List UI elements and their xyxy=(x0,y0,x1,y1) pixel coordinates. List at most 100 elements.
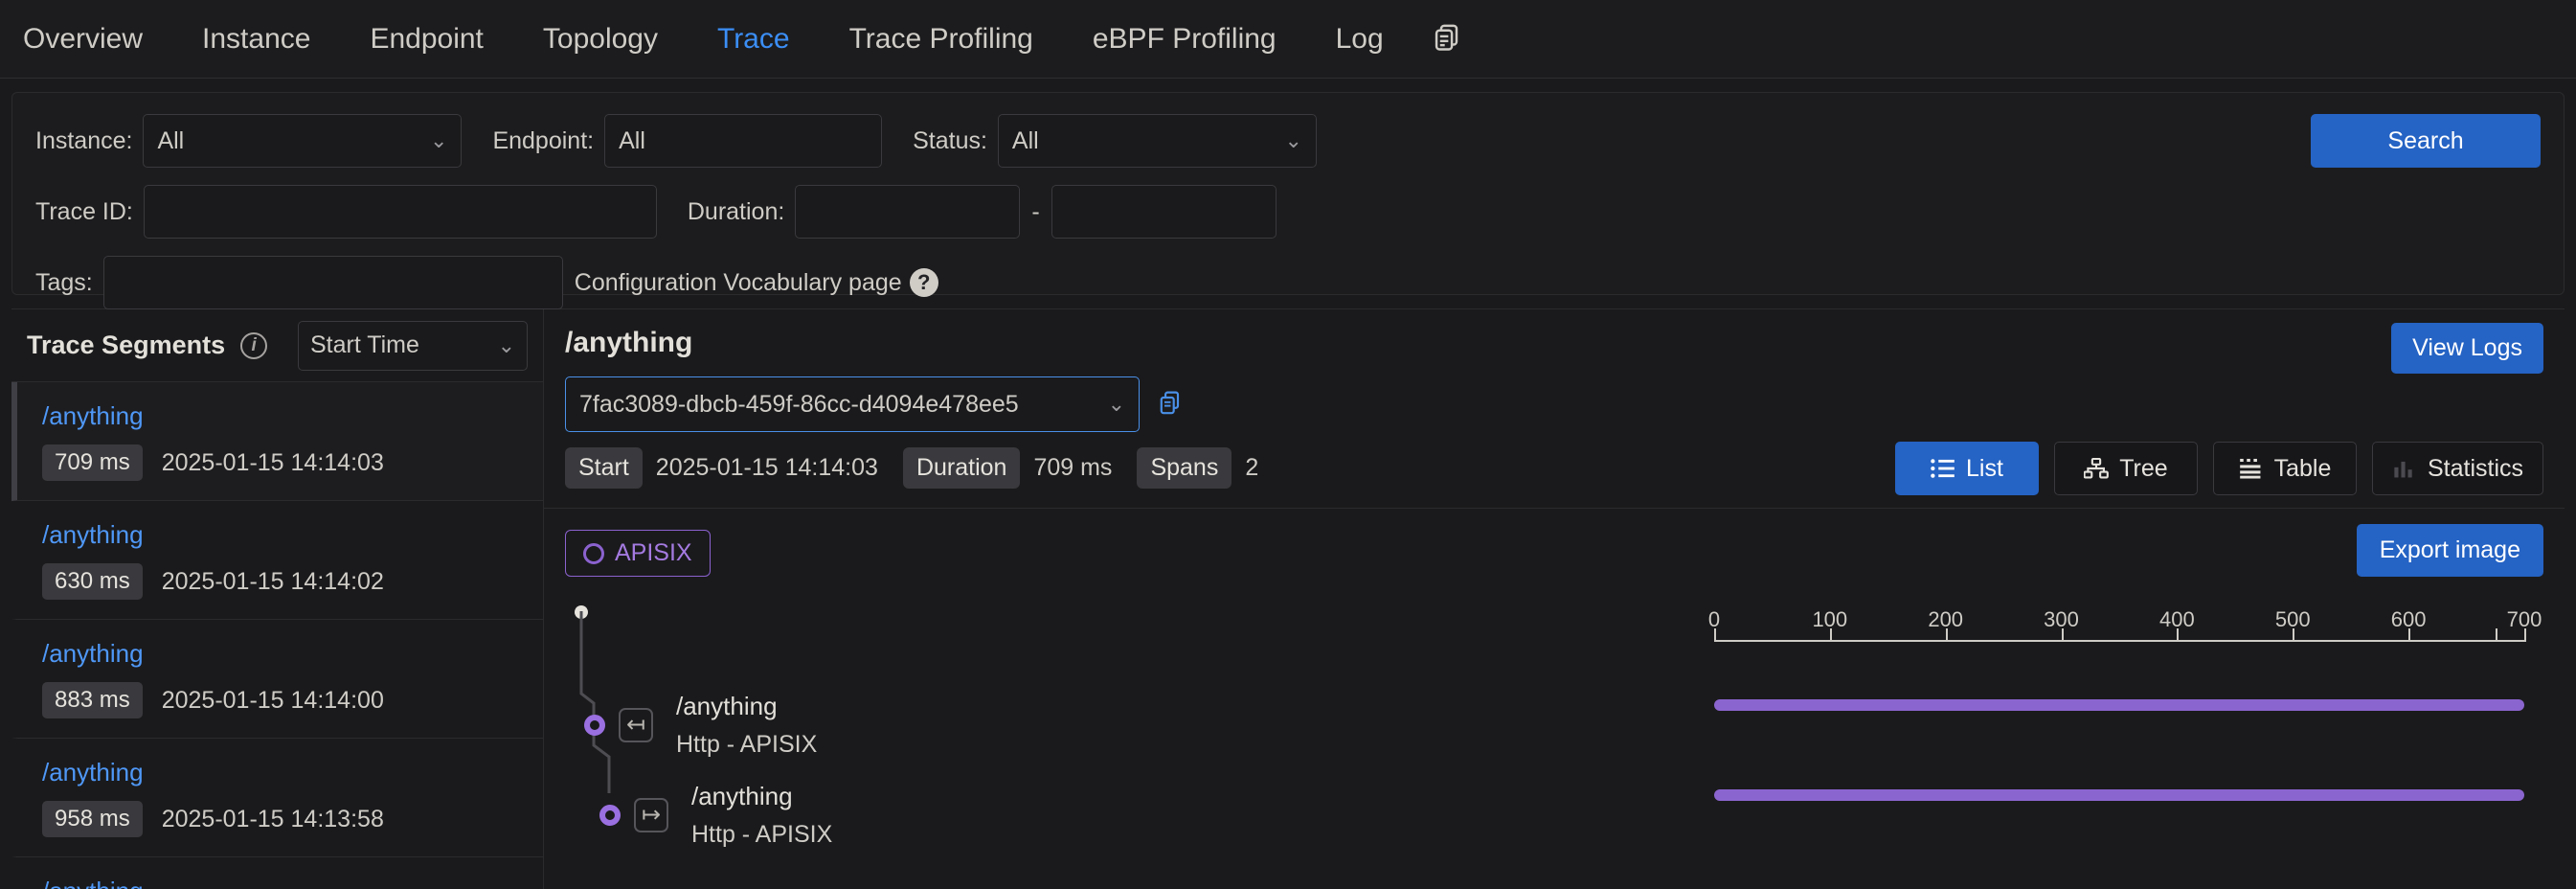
configuration-vocabulary-label: Configuration Vocabulary page xyxy=(574,268,902,296)
nav-item-trace[interactable]: Trace xyxy=(688,0,820,79)
view-mode-table-label: Table xyxy=(2273,454,2332,482)
duration-value: 709 ms xyxy=(1033,454,1113,481)
trace-segment-item[interactable]: /anything 630 ms 2025-01-15 14:14:02 xyxy=(11,501,543,620)
spans-label: Spans xyxy=(1137,447,1232,489)
segment-meta: 709 ms 2025-01-15 14:14:03 xyxy=(42,444,543,481)
span-row[interactable]: ↦ /anything Http - APISIX xyxy=(599,782,832,849)
trace-id-value: 7fac3089-dbcb-459f-86cc-d4094e478ee5 xyxy=(579,390,1019,418)
span-node-dot xyxy=(584,715,605,736)
trace-detail-pane: /anything View Logs 7fac3089-dbcb-459f-8… xyxy=(544,309,2565,889)
view-mode-statistics-button[interactable]: Statistics xyxy=(2371,442,2543,495)
status-select[interactable]: All ⌄ xyxy=(997,114,1317,168)
nav-item-log[interactable]: Log xyxy=(1306,0,1413,79)
segment-timestamp: 2025-01-15 14:14:03 xyxy=(161,448,384,476)
nav-item-overview[interactable]: Overview xyxy=(23,0,172,79)
span-name: /anything xyxy=(691,782,793,810)
span-gantt-chart: 0 100 200 300 400 500 600 700 ↤ /anythin… xyxy=(565,598,2543,889)
chevron-down-icon: ⌄ xyxy=(497,332,515,357)
spans-value: 2 xyxy=(1245,454,1259,481)
trace-body: Trace Segments i Start Time ⌄ /anything … xyxy=(11,308,2565,889)
trace-detail-header: /anything View Logs 7fac3089-dbcb-459f-8… xyxy=(544,309,2565,509)
search-row-1: Instance: All ⌄ Endpoint: All Status: Al… xyxy=(35,114,2541,168)
view-mode-tree-button[interactable]: Tree xyxy=(2053,442,2198,495)
top-navigation-bar: Overview Instance Endpoint Topology Trac… xyxy=(0,0,2576,79)
segment-timestamp: 2025-01-15 14:14:02 xyxy=(161,567,384,595)
duration-max-input[interactable] xyxy=(1051,185,1277,239)
trace-id-row: 7fac3089-dbcb-459f-86cc-d4094e478ee5 ⌄ xyxy=(565,376,2543,432)
trace-segment-item[interactable]: /anything 1769 ms 2025-01-15 14:13:56 xyxy=(11,857,543,889)
help-icon[interactable]: ? xyxy=(909,268,938,297)
view-mode-tree-label: Tree xyxy=(2119,454,2168,482)
endpoint-input[interactable]: All xyxy=(604,114,883,168)
tags-label: Tags: xyxy=(35,268,93,296)
trace-segment-item[interactable]: /anything 883 ms 2025-01-15 14:14:00 xyxy=(11,620,543,739)
span-tree-column: ↤ /anything Http - APISIX ↦ /anything Ht… xyxy=(565,598,1695,889)
app-root: Overview Instance Endpoint Topology Trac… xyxy=(0,0,2576,889)
status-label: Status: xyxy=(913,126,987,154)
trace-summary-tags: Start 2025-01-15 14:14:03 Duration 709 m… xyxy=(565,442,2543,508)
search-row-3: Tags: Configuration Vocabulary page ? xyxy=(35,256,2541,309)
sort-value: Start Time xyxy=(310,331,419,358)
view-logs-button[interactable]: View Logs xyxy=(2391,323,2543,374)
service-tag-apisix[interactable]: APISIX xyxy=(565,530,711,577)
sort-select[interactable]: Start Time ⌄ xyxy=(298,320,528,371)
copy-icon[interactable] xyxy=(1159,391,1184,418)
trace-segment-item[interactable]: /anything 958 ms 2025-01-15 14:13:58 xyxy=(11,739,543,857)
span-bar[interactable] xyxy=(1714,789,2524,801)
export-image-button[interactable]: Export image xyxy=(2356,524,2543,577)
span-text: /anything Http - APISIX xyxy=(676,692,817,759)
trace-id-input[interactable] xyxy=(143,185,657,239)
trace-id-select[interactable]: 7fac3089-dbcb-459f-86cc-d4094e478ee5 ⌄ xyxy=(565,376,1140,432)
tags-input[interactable] xyxy=(102,256,563,309)
table-icon xyxy=(2239,458,2261,479)
segment-duration-badge: 883 ms xyxy=(42,682,143,718)
view-mode-list-button[interactable]: List xyxy=(1894,442,2039,495)
view-mode-list-label: List xyxy=(1966,454,2003,482)
instance-select[interactable]: All ⌄ xyxy=(143,114,463,168)
status-value: All xyxy=(1011,126,1039,154)
configuration-vocabulary-link[interactable]: Configuration Vocabulary page ? xyxy=(575,268,938,297)
nav-item-trace-profiling[interactable]: Trace Profiling xyxy=(820,0,1063,79)
ring-icon xyxy=(583,542,604,564)
segment-endpoint-name[interactable]: /anything xyxy=(42,520,543,550)
start-label: Start xyxy=(565,447,643,489)
nav-item-ebpf-profiling[interactable]: eBPF Profiling xyxy=(1063,0,1306,79)
duration-separator: - xyxy=(1031,197,1040,225)
nav-item-endpoint[interactable]: Endpoint xyxy=(340,0,512,79)
segment-endpoint-name[interactable]: /anything xyxy=(42,877,543,889)
segment-endpoint-name[interactable]: /anything xyxy=(42,401,543,431)
search-row-2: Trace ID: Duration: - xyxy=(35,185,2541,239)
span-layer: Http - APISIX xyxy=(676,731,818,758)
nav-item-topology[interactable]: Topology xyxy=(513,0,688,79)
trace-segment-item[interactable]: /anything 709 ms 2025-01-15 14:14:03 xyxy=(11,382,543,501)
span-bar[interactable] xyxy=(1714,699,2524,711)
span-row[interactable]: ↤ /anything Http - APISIX xyxy=(584,692,817,759)
segment-duration-badge: 630 ms xyxy=(42,563,143,600)
segment-duration-badge: 709 ms xyxy=(42,444,143,481)
instance-label: Instance: xyxy=(35,126,133,154)
endpoint-label: Endpoint: xyxy=(492,126,595,154)
segment-endpoint-name[interactable]: /anything xyxy=(42,758,543,787)
segment-meta: 958 ms 2025-01-15 14:13:58 xyxy=(42,801,543,837)
duration-label: Duration: xyxy=(687,197,785,225)
trace-search-panel: Instance: All ⌄ Endpoint: All Status: Al… xyxy=(11,92,2565,309)
view-mode-toggle-group: List Tree Table Statistics xyxy=(1894,442,2543,495)
span-name: /anything xyxy=(676,692,778,720)
segment-endpoint-name[interactable]: /anything xyxy=(42,639,543,669)
segment-meta: 630 ms 2025-01-15 14:14:02 xyxy=(42,563,543,600)
chevron-down-icon: ⌄ xyxy=(1107,392,1125,416)
trace-segments-sidebar: Trace Segments i Start Time ⌄ /anything … xyxy=(11,309,544,889)
view-mode-statistics-label: Statistics xyxy=(2427,454,2523,482)
bar-chart-icon xyxy=(2394,461,2412,478)
copy-documents-icon[interactable] xyxy=(1413,24,1484,55)
list-icon xyxy=(1931,459,1955,478)
view-mode-table-button[interactable]: Table xyxy=(2212,442,2357,495)
segment-timestamp: 2025-01-15 14:14:00 xyxy=(161,686,384,714)
segment-meta: 883 ms 2025-01-15 14:14:00 xyxy=(42,682,543,718)
trace-segments-header: Trace Segments i Start Time ⌄ xyxy=(11,309,543,382)
nav-item-instance[interactable]: Instance xyxy=(172,0,340,79)
service-tag-label: APISIX xyxy=(615,539,692,566)
duration-min-input[interactable] xyxy=(795,185,1021,239)
search-button[interactable]: Search xyxy=(2311,114,2541,168)
info-icon[interactable]: i xyxy=(240,331,268,359)
